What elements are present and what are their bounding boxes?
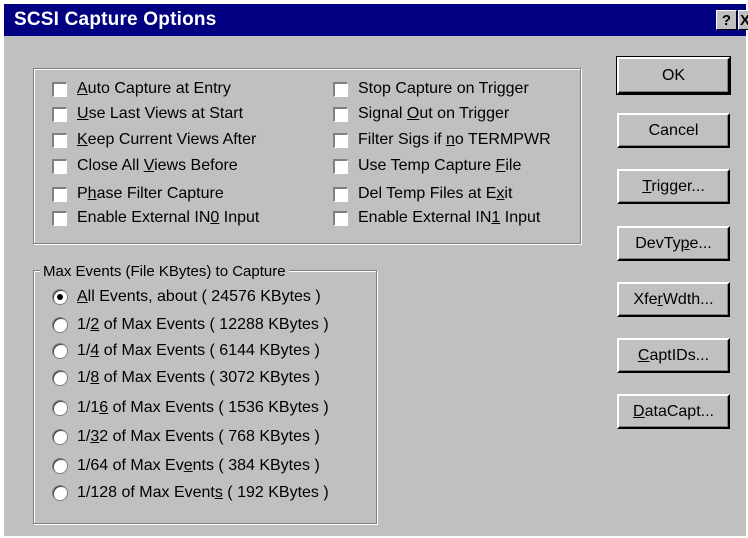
checkbox-box[interactable]	[52, 132, 67, 148]
radio-label: 1/128 of Max Events ( 192 KBytes )	[77, 484, 329, 501]
ok-button[interactable]: OK	[616, 56, 731, 95]
checkbox-del-temp-files-at-exit[interactable]: Del Temp Files at Exit	[333, 183, 512, 205]
checkbox-box[interactable]	[333, 186, 348, 202]
button-label: XferWdth...	[633, 290, 714, 308]
checkbox-label: Enable External IN0 Input	[77, 209, 260, 226]
radio-label: 1/2 of Max Events ( 12288 KBytes )	[77, 316, 329, 333]
checkbox-label: Phase Filter Capture	[77, 185, 224, 202]
devtype-button[interactable]: DevType...	[617, 226, 730, 261]
checkbox-keep-current-views-after[interactable]: Keep Current Views After	[52, 129, 256, 151]
checkbox-label: Auto Capture at Entry	[77, 80, 231, 97]
trigger-button[interactable]: Trigger...	[617, 169, 730, 204]
radio-all-events[interactable]: All Events, about ( 24576 KBytes )	[52, 286, 321, 308]
radio-half-max-events[interactable]: 1/2 of Max Events ( 12288 KBytes )	[52, 314, 329, 336]
checkbox-stop-capture-on-trigger[interactable]: Stop Capture on Trigger	[333, 78, 529, 100]
radio-thirty-second-max-events[interactable]: 1/32 of Max Events ( 768 KBytes )	[52, 426, 320, 448]
button-label: Cancel	[648, 121, 699, 139]
radio-sixty-fourth-max-events[interactable]: 1/64 of Max Events ( 384 KBytes )	[52, 455, 320, 477]
checkbox-label: Stop Capture on Trigger	[358, 80, 529, 97]
radio-button[interactable]	[52, 400, 68, 416]
radio-button-selected[interactable]	[52, 289, 68, 305]
checkbox-use-last-views-at-start[interactable]: Use Last Views at Start	[52, 103, 243, 125]
radio-label: 1/32 of Max Events ( 768 KBytes )	[77, 428, 320, 445]
radio-eighth-max-events[interactable]: 1/8 of Max Events ( 3072 KBytes )	[52, 367, 320, 389]
window-title: SCSI Capture Options	[14, 9, 217, 30]
checkbox-box[interactable]	[333, 106, 348, 122]
radio-sixteenth-max-events[interactable]: 1/16 of Max Events ( 1536 KBytes )	[52, 397, 329, 419]
radio-one-twenty-eighth-max-events[interactable]: 1/128 of Max Events ( 192 KBytes )	[52, 482, 329, 504]
radio-button[interactable]	[52, 429, 68, 445]
radio-label: 1/16 of Max Events ( 1536 KBytes )	[77, 399, 329, 416]
button-label: DevType...	[635, 234, 712, 252]
radio-button[interactable]	[52, 370, 68, 386]
button-label: Trigger...	[642, 177, 705, 195]
checkbox-filter-sigs-if-no-termpwr[interactable]: Filter Sigs if no TERMPWR	[333, 129, 551, 151]
cancel-button[interactable]: Cancel	[617, 113, 730, 148]
title-bar: SCSI Capture Options ? X	[4, 4, 748, 36]
checkbox-box[interactable]	[333, 81, 348, 97]
captids-button[interactable]: CaptIDs...	[617, 338, 730, 373]
checkbox-label: Close All Views Before	[77, 157, 238, 174]
radio-quarter-max-events[interactable]: 1/4 of Max Events ( 6144 KBytes )	[52, 340, 320, 362]
datacapt-button[interactable]: DataCapt...	[617, 394, 730, 429]
radio-label: 1/8 of Max Events ( 3072 KBytes )	[77, 369, 320, 386]
checkbox-use-temp-capture-file[interactable]: Use Temp Capture File	[333, 155, 521, 177]
radio-label: 1/64 of Max Events ( 384 KBytes )	[77, 457, 320, 474]
checkbox-label: Enable External IN1 Input	[358, 209, 541, 226]
checkbox-box[interactable]	[52, 210, 67, 226]
checkbox-box[interactable]	[52, 81, 67, 97]
radio-button[interactable]	[52, 485, 68, 501]
checkbox-close-all-views-before[interactable]: Close All Views Before	[52, 155, 238, 177]
radio-button[interactable]	[52, 343, 68, 359]
xferwdth-button[interactable]: XferWdth...	[617, 282, 730, 317]
radio-button[interactable]	[52, 317, 68, 333]
checkbox-signal-out-on-trigger[interactable]: Signal Out on Trigger	[333, 103, 509, 125]
checkbox-box[interactable]	[52, 186, 67, 202]
checkbox-label: Use Last Views at Start	[77, 105, 244, 122]
button-label: DataCapt...	[633, 402, 714, 420]
button-label: CaptIDs...	[637, 346, 710, 364]
button-label: OK	[661, 66, 686, 84]
checkbox-label: Keep Current Views After	[77, 131, 257, 148]
checkbox-box[interactable]	[333, 158, 348, 174]
checkbox-label: Filter Sigs if no TERMPWR	[358, 131, 551, 148]
checkbox-enable-external-in1-input[interactable]: Enable External IN1 Input	[333, 207, 540, 229]
checkbox-auto-capture-at-entry[interactable]: Auto Capture at Entry	[52, 78, 231, 100]
checkbox-box[interactable]	[333, 210, 348, 226]
checkbox-box[interactable]	[52, 158, 67, 174]
max-events-group-label: Max Events (File KBytes) to Capture	[40, 263, 289, 280]
checkbox-label: Signal Out on Trigger	[358, 105, 510, 122]
radio-label: All Events, about ( 24576 KBytes )	[77, 288, 321, 305]
radio-label: 1/4 of Max Events ( 6144 KBytes )	[77, 342, 320, 359]
help-icon: ?	[721, 11, 732, 29]
checkbox-label: Use Temp Capture File	[358, 157, 522, 174]
checkbox-box[interactable]	[52, 106, 67, 122]
close-icon: X	[740, 12, 748, 29]
checkbox-phase-filter-capture[interactable]: Phase Filter Capture	[52, 183, 224, 205]
help-button[interactable]: ?	[716, 10, 737, 30]
close-button[interactable]: X	[738, 10, 748, 30]
radio-button[interactable]	[52, 458, 68, 474]
checkbox-enable-external-in0-input[interactable]: Enable External IN0 Input	[52, 207, 259, 229]
checkbox-label: Del Temp Files at Exit	[358, 185, 513, 202]
checkbox-box[interactable]	[333, 132, 348, 148]
